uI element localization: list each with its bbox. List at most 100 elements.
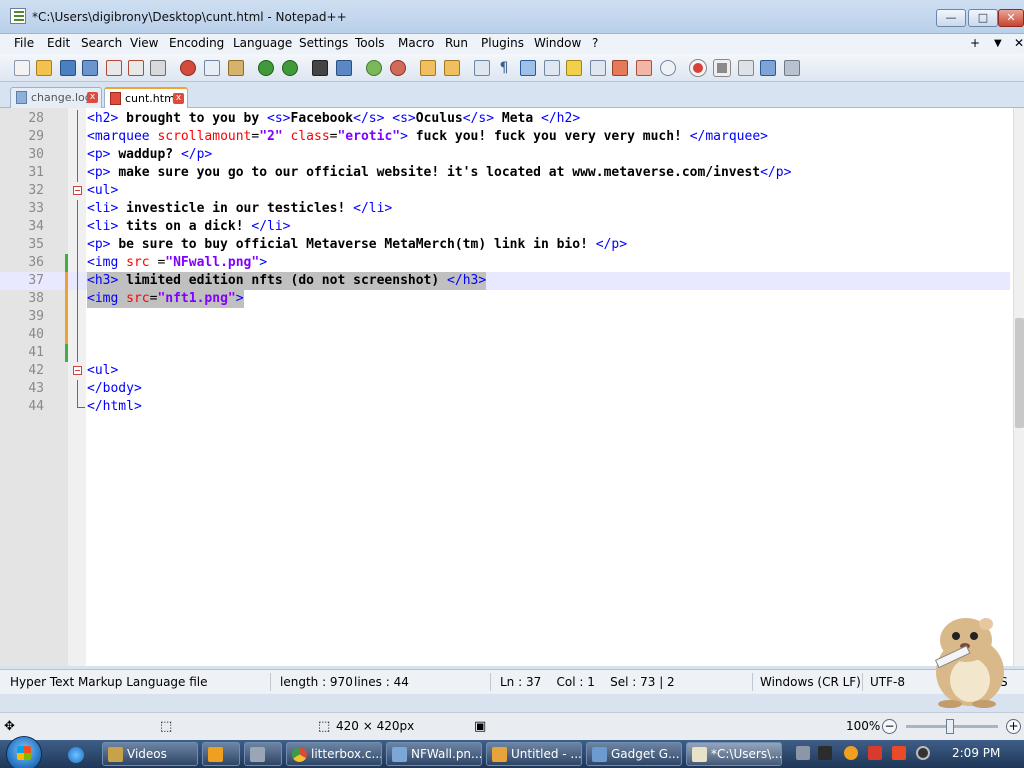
tray-app-icon[interactable]	[892, 746, 906, 760]
menu-window[interactable]: Window	[534, 36, 581, 50]
redo-icon[interactable]	[282, 60, 298, 76]
start-button[interactable]	[6, 736, 42, 768]
code-line[interactable]: 29 <marquee scrollamount="2" class="eroti…	[0, 128, 1010, 146]
hamster-gadget[interactable]	[920, 610, 1012, 710]
show-all-characters-icon[interactable]: ¶	[496, 60, 512, 76]
vertical-scrollbar[interactable]	[1013, 108, 1024, 666]
menu-tools[interactable]: Tools	[355, 36, 385, 50]
user-language-icon[interactable]	[544, 60, 560, 76]
code-line[interactable]: 44 </html>	[0, 398, 1010, 416]
code-line[interactable]: 42 <ul>	[0, 362, 1010, 380]
code-line[interactable]: 32 <ul>	[0, 182, 1010, 200]
menu-language[interactable]: Language	[233, 36, 292, 50]
find-icon[interactable]	[312, 60, 328, 76]
code-line[interactable]: 34 <li> tits on a dick! </li>	[0, 218, 1010, 236]
sync-horizontal-icon[interactable]	[444, 60, 460, 76]
save-macro-icon[interactable]	[784, 60, 800, 76]
code-line[interactable]: 30 <p> waddup? </p>	[0, 146, 1010, 164]
tray-check-icon[interactable]	[818, 746, 832, 760]
code-line[interactable]: 40	[0, 326, 1010, 344]
stop-macro-icon[interactable]	[713, 59, 731, 77]
save-all-icon[interactable]	[82, 60, 98, 76]
monitoring-icon[interactable]	[636, 60, 652, 76]
close-button[interactable]: ✕	[998, 9, 1024, 27]
function-list-icon[interactable]	[590, 60, 606, 76]
tab-label: change.log	[31, 91, 92, 104]
new-file-icon[interactable]	[14, 60, 30, 76]
zoom-in-button[interactable]: +	[1006, 719, 1021, 734]
zoom-out-button[interactable]: −	[882, 719, 897, 734]
open-file-icon[interactable]	[36, 60, 52, 76]
folder-workspace-icon[interactable]	[612, 60, 628, 76]
tray-network-icon[interactable]	[796, 746, 810, 760]
menu-file[interactable]: File	[14, 36, 34, 50]
replace-icon[interactable]	[336, 60, 352, 76]
tab-close-icon[interactable]: x	[173, 93, 184, 104]
fold-toggle-icon[interactable]	[73, 366, 82, 375]
code-line[interactable]: 39	[0, 308, 1010, 326]
code-line[interactable]: 37 <h3> limited edition nfts (do not scre…	[0, 272, 1010, 290]
task-notepadpp[interactable]: *C:\Users\...	[686, 742, 782, 766]
task-chrome[interactable]: litterbox.c...	[286, 742, 382, 766]
menu-settings[interactable]: Settings	[299, 36, 348, 50]
document-map-icon[interactable]	[566, 60, 582, 76]
code-line[interactable]: 28 <h2> brought to you by <s>Facebook</s>…	[0, 110, 1010, 128]
code-line[interactable]: 41	[0, 344, 1010, 362]
task-videos[interactable]: Videos	[102, 742, 198, 766]
sync-vertical-icon[interactable]	[420, 60, 436, 76]
internet-explorer-icon[interactable]	[68, 747, 84, 763]
menu-edit[interactable]: Edit	[47, 36, 70, 50]
menu-encoding[interactable]: Encoding	[169, 36, 224, 50]
menu-plugins[interactable]: Plugins	[481, 36, 524, 50]
code-line[interactable]: 31 <p> make sure you go to our official w…	[0, 164, 1010, 182]
maximize-button[interactable]: □	[968, 9, 998, 27]
tray-search-icon[interactable]	[844, 746, 858, 760]
fold-line-marker	[77, 146, 78, 164]
scrollbar-thumb[interactable]	[1015, 318, 1024, 428]
word-wrap-icon[interactable]	[474, 60, 490, 76]
task-calculator[interactable]	[244, 742, 282, 766]
menu-view[interactable]: View	[130, 36, 158, 50]
play-macro-icon[interactable]	[738, 60, 754, 76]
tab-change-log[interactable]: change.log x	[10, 87, 102, 108]
record-macro-icon[interactable]	[689, 59, 707, 77]
close-icon[interactable]	[106, 60, 122, 76]
tab-close-icon[interactable]: x	[87, 92, 98, 103]
code-line[interactable]: 36 <img src ="NFwall.png">	[0, 254, 1010, 272]
code-line[interactable]: 38 <img src="nft1.png">	[0, 290, 1010, 308]
tab-cunt-html[interactable]: cunt.html x	[104, 87, 188, 108]
task-untitled[interactable]: Untitled - ...	[486, 742, 582, 766]
tray-flag-icon[interactable]	[868, 746, 882, 760]
task-gadget[interactable]: Gadget G...	[586, 742, 682, 766]
close-all-icon[interactable]	[128, 60, 144, 76]
fold-toggle-icon[interactable]	[73, 186, 82, 195]
task-nfwall[interactable]: NFWall.pn...	[386, 742, 482, 766]
zoom-slider-thumb[interactable]	[946, 719, 954, 734]
indent-guide-icon[interactable]	[520, 60, 536, 76]
minimize-button[interactable]: —	[936, 9, 966, 27]
menu-help[interactable]: ?	[592, 36, 598, 50]
paste-icon[interactable]	[228, 60, 244, 76]
cut-icon[interactable]	[180, 60, 196, 76]
new-tab-button[interactable]: +	[970, 36, 980, 50]
tab-list-button[interactable]: ▼	[994, 38, 1002, 49]
tray-volume-icon[interactable]	[916, 746, 930, 760]
code-line[interactable]: 33 <li> investicle in our testicles! </li…	[0, 200, 1010, 218]
close-document-button[interactable]: ✕	[1014, 36, 1024, 50]
code-editor[interactable]: 28 <h2> brought to you by <s>Facebook</s>…	[0, 108, 1024, 666]
menu-search[interactable]: Search	[81, 36, 122, 50]
undo-icon[interactable]	[258, 60, 274, 76]
eye-icon[interactable]	[660, 60, 676, 76]
zoom-out-icon[interactable]	[390, 60, 406, 76]
copy-icon[interactable]	[204, 60, 220, 76]
code-line[interactable]: 35 <p> be sure to buy official Metaverse …	[0, 236, 1010, 254]
menu-macro[interactable]: Macro	[398, 36, 434, 50]
print-icon[interactable]	[150, 60, 166, 76]
menu-run[interactable]: Run	[445, 36, 468, 50]
zoom-in-icon[interactable]	[366, 60, 382, 76]
line-number: 30	[28, 147, 44, 162]
run-macro-multiple-icon[interactable]	[760, 60, 776, 76]
task-media-player[interactable]	[202, 742, 240, 766]
code-line[interactable]: 43 </body>	[0, 380, 1010, 398]
save-icon[interactable]	[60, 60, 76, 76]
